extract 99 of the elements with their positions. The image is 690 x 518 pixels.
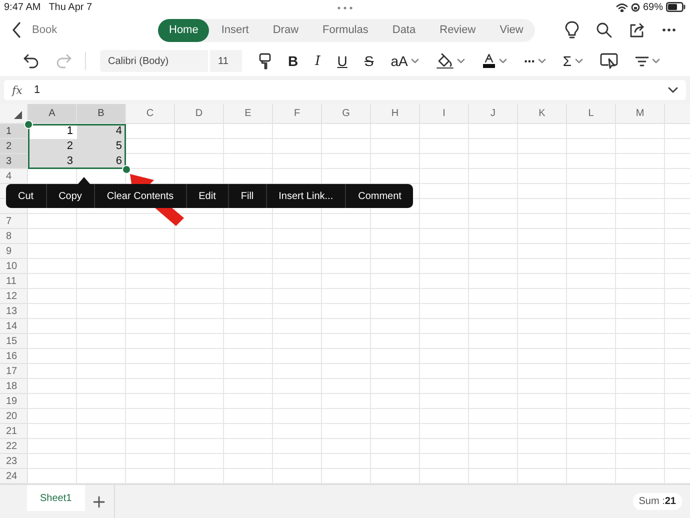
- undo-icon: [23, 53, 39, 69]
- multitask-dots-icon[interactable]: [336, 6, 354, 10]
- table-cell[interactable]: 1: [28, 124, 77, 139]
- font-name-field[interactable]: Calibri (Body): [100, 50, 208, 72]
- document-title: Book: [32, 24, 58, 36]
- caret-icon: [538, 58, 546, 64]
- autosum-button[interactable]: Σ: [562, 49, 583, 73]
- ribbon-tab[interactable]: Home: [158, 18, 210, 42]
- clock-time: 9:47 AM: [4, 2, 41, 12]
- ribbon-tab[interactable]: View: [488, 18, 536, 42]
- menu-item[interactable]: Fill: [228, 184, 267, 208]
- column-header[interactable]: B: [77, 104, 126, 124]
- lightbulb-icon[interactable]: [565, 21, 579, 39]
- row-header[interactable]: 7: [0, 214, 28, 229]
- row-header[interactable]: 10: [0, 259, 28, 274]
- row-header[interactable]: 18: [0, 379, 28, 394]
- row-header[interactable]: 21: [0, 424, 28, 439]
- filter-lines-icon: [634, 56, 649, 66]
- back-button[interactable]: [12, 22, 22, 38]
- select-all-icon[interactable]: [14, 111, 22, 119]
- column-header[interactable]: J: [469, 104, 518, 124]
- column-header[interactable]: C: [126, 104, 175, 124]
- column-header[interactable]: H: [371, 104, 420, 124]
- row-header[interactable]: 15: [0, 334, 28, 349]
- row-header[interactable]: 4: [0, 169, 28, 184]
- row-header[interactable]: 1: [0, 124, 28, 139]
- paint-bucket-icon: [436, 53, 454, 69]
- ribbon-tab[interactable]: Review: [428, 18, 488, 42]
- function-label: fx: [12, 84, 24, 96]
- row-header[interactable]: 16: [0, 349, 28, 364]
- cursor-in-box-icon: [600, 53, 618, 69]
- column-header[interactable]: E: [224, 104, 273, 124]
- wifi-icon: [616, 2, 628, 12]
- date-text: Thu Apr 7: [48, 2, 92, 12]
- font-color-icon: [482, 53, 496, 69]
- share-icon[interactable]: [629, 22, 645, 38]
- table-cell[interactable]: 5: [77, 139, 126, 154]
- row-header[interactable]: 14: [0, 319, 28, 334]
- strikethrough-button[interactable]: S: [364, 49, 374, 73]
- redo-icon: [56, 53, 72, 69]
- plus-icon: [93, 496, 106, 508]
- row-header[interactable]: 3: [0, 154, 28, 169]
- menu-item[interactable]: Edit: [186, 184, 229, 208]
- column-header[interactable]: D: [175, 104, 224, 124]
- battery-percent: 69%: [642, 2, 663, 12]
- column-header[interactable]: M: [616, 104, 665, 124]
- row-header[interactable]: 8: [0, 229, 28, 244]
- search-icon[interactable]: [596, 22, 612, 38]
- ribbon-tab[interactable]: Insert: [209, 18, 261, 42]
- caret-icon: [498, 58, 507, 64]
- caret-icon: [410, 58, 419, 64]
- lock-rotation-icon: [630, 2, 640, 12]
- menu-item[interactable]: Comment: [346, 184, 414, 208]
- more-tools-button[interactable]: ···: [524, 49, 546, 73]
- font-size-field[interactable]: 11: [210, 50, 242, 72]
- ribbon-tab[interactable]: Data: [380, 18, 428, 42]
- caret-icon: [652, 58, 660, 64]
- menu-item[interactable]: Clear Contents: [94, 184, 187, 208]
- column-header[interactable]: I: [420, 104, 469, 124]
- formula-bar[interactable]: fx 1: [4, 80, 686, 100]
- sheet-tab[interactable]: Sheet1: [27, 485, 85, 511]
- table-cell[interactable]: 3: [28, 154, 77, 169]
- bold-button[interactable]: B: [288, 49, 298, 73]
- row-header[interactable]: 24: [0, 469, 28, 484]
- table-cell[interactable]: 6: [77, 154, 126, 169]
- table-cell[interactable]: 2: [28, 139, 77, 154]
- battery-icon: [666, 2, 686, 12]
- row-header[interactable]: 11: [0, 274, 28, 289]
- row-header[interactable]: 17: [0, 364, 28, 379]
- row-header[interactable]: 13: [0, 304, 28, 319]
- column-header[interactable]: A: [28, 104, 77, 124]
- ribbon-tab[interactable]: Draw: [260, 18, 311, 42]
- underline-button[interactable]: U: [337, 49, 348, 73]
- row-header[interactable]: 2: [0, 139, 28, 154]
- sum-summary[interactable]: Sum :21: [632, 493, 682, 510]
- column-header[interactable]: F: [273, 104, 322, 124]
- italic-button[interactable]: I: [315, 49, 320, 73]
- menu-item[interactable]: Cut: [6, 184, 47, 208]
- column-header[interactable]: L: [567, 104, 616, 124]
- row-header[interactable]: 12: [0, 289, 28, 304]
- back-chevron-icon: [12, 22, 21, 38]
- row-header[interactable]: 23: [0, 454, 28, 469]
- table-cell[interactable]: 4: [77, 124, 126, 139]
- more-icon[interactable]: [662, 28, 676, 32]
- formula-value: 1: [34, 84, 40, 96]
- menu-item[interactable]: Insert Link...: [266, 184, 346, 208]
- expand-chevron-icon[interactable]: [668, 87, 678, 93]
- row-header[interactable]: 22: [0, 439, 28, 454]
- caret-icon: [456, 58, 465, 64]
- paintbrush-icon: [259, 52, 271, 70]
- caret-icon: [574, 58, 583, 64]
- row-header[interactable]: 19: [0, 394, 28, 409]
- row-header[interactable]: 20: [0, 409, 28, 424]
- font-size-change-button[interactable]: aA: [390, 49, 419, 73]
- selection-handle[interactable]: [122, 165, 131, 174]
- column-header[interactable]: K: [518, 104, 567, 124]
- column-header[interactable]: G: [322, 104, 371, 124]
- ribbon-tab[interactable]: Formulas: [310, 18, 380, 42]
- row-header[interactable]: 9: [0, 244, 28, 259]
